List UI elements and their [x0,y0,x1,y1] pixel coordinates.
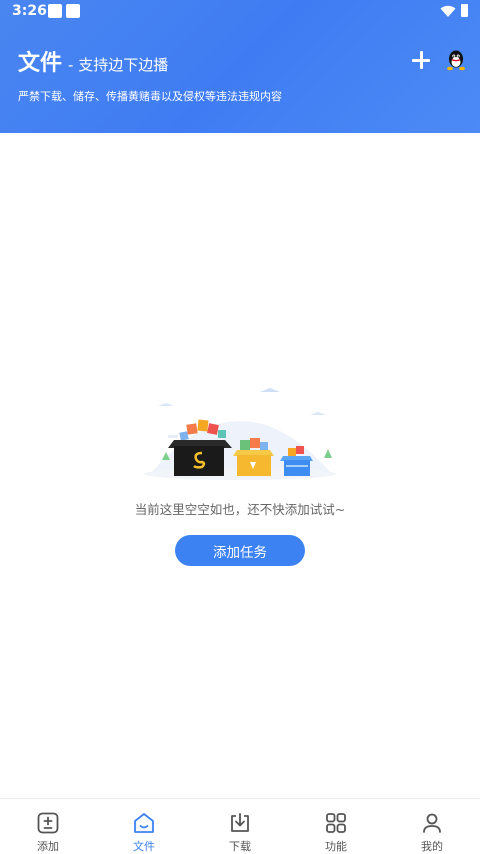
status-time: 3:26 [12,3,47,19]
page-subtitle: - 支持边下边播 [68,56,169,74]
status-bar: 3:26 [0,0,480,24]
battery-icon [461,4,468,17]
legal-notice: 严禁下载、储存、传播黄赌毒以及侵权等违法违规内容 [18,90,282,103]
tab-features[interactable]: 功能 [288,799,384,854]
tab-add[interactable]: 添加 [0,799,96,854]
tab-profile[interactable]: 我的 [384,799,480,854]
tab-label: 下载 [229,840,251,853]
wifi-icon [440,5,456,17]
empty-message: 当前这里空空如也，还不快添加试试~ [134,502,346,517]
empty-box-illustration [144,388,336,480]
add-box-icon [37,812,59,834]
page-title-row: 文件 - 支持边下边播 [18,45,168,77]
tab-label: 我的 [421,840,443,853]
notification-icon [66,4,80,18]
add-button[interactable] [410,49,432,71]
tab-label: 功能 [325,840,347,853]
home-icon [134,813,154,833]
qq-icon[interactable] [446,49,466,71]
profile-icon [423,813,441,833]
app-header: 3:26 文件 - 支持边下边播 严禁下载、储存、传播黄赌毒以及侵权等违法违规内… [0,0,480,133]
tab-label: 添加 [37,840,59,853]
bottom-tab-bar: 添加 文件 下载 功能 我的 [0,798,480,854]
tab-label: 文件 [133,840,155,853]
tab-download[interactable]: 下载 [192,799,288,854]
notification-icon [48,4,62,18]
tab-files[interactable]: 文件 [96,799,192,854]
add-task-button[interactable]: 添加任务 [175,535,305,566]
page-title: 文件 [18,51,63,76]
grid-icon [326,813,346,833]
download-icon [231,813,249,832]
